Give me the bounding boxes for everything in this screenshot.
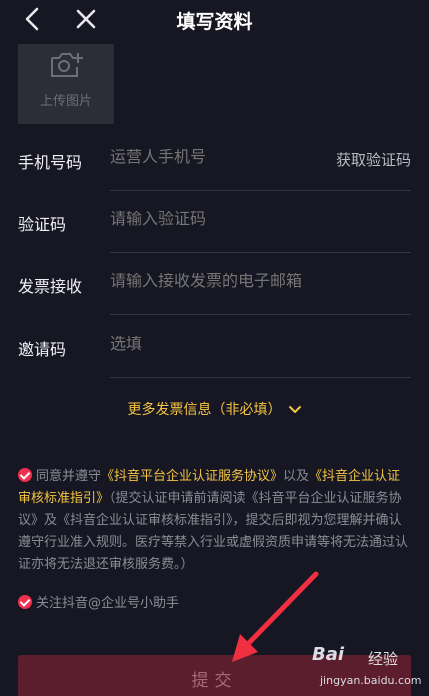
invoice-row: 发票接收 bbox=[18, 253, 411, 315]
upload-image-button[interactable]: 上传图片 bbox=[18, 44, 114, 124]
camera-add-icon bbox=[51, 53, 83, 77]
agreement-prefix: 同意并遵守 bbox=[36, 469, 102, 484]
code-label: 验证码 bbox=[18, 215, 67, 234]
baidu-jingyan-watermark: Bai 经验 jingyan.baidu.com bbox=[312, 640, 422, 696]
code-input[interactable] bbox=[110, 211, 410, 229]
code-row: 验证码 bbox=[18, 191, 411, 253]
watermark-logo: Bai bbox=[312, 644, 345, 665]
invite-row: 邀请码 bbox=[18, 316, 411, 378]
page-title: 填写资料 bbox=[176, 11, 253, 33]
agreement-mid: 以及 bbox=[283, 469, 310, 484]
divider bbox=[110, 377, 411, 378]
more-invoice-label: 更多发票信息（非必填） bbox=[127, 402, 282, 418]
phone-input[interactable] bbox=[110, 149, 320, 167]
invite-label: 邀请码 bbox=[18, 340, 67, 359]
divider bbox=[110, 314, 411, 315]
follow-checkbox[interactable] bbox=[18, 595, 32, 609]
chevron-down-icon bbox=[288, 406, 301, 413]
follow-label: 关注抖音@企业号小助手 bbox=[36, 596, 180, 611]
phone-label: 手机号码 bbox=[18, 153, 83, 172]
more-invoice-toggle[interactable]: 更多发票信息（非必填） bbox=[0, 399, 429, 419]
invoice-label: 发票接收 bbox=[18, 277, 83, 296]
upload-image-label: 上传图片 bbox=[39, 94, 92, 109]
agreement-text: 同意并遵守《抖音平台企业认证服务协议》以及《抖音企业认证审核标准指引》（提交认证… bbox=[18, 466, 413, 576]
get-code-button[interactable]: 获取验证码 bbox=[336, 149, 411, 170]
agreement-checkbox[interactable] bbox=[18, 468, 32, 482]
watermark-url: jingyan.baidu.com bbox=[320, 674, 422, 687]
follow-assistant-option[interactable]: 关注抖音@企业号小助手 bbox=[18, 592, 179, 611]
invite-code-input[interactable] bbox=[110, 336, 410, 354]
top-nav-bar: 填写资料 bbox=[0, 0, 429, 40]
service-agreement-link[interactable]: 《抖音平台企业认证服务协议》 bbox=[101, 469, 283, 484]
annotation-arrow bbox=[232, 571, 319, 662]
watermark-site: 经验 bbox=[368, 650, 399, 668]
phone-row: 手机号码 获取验证码 bbox=[18, 129, 411, 191]
invoice-email-input[interactable] bbox=[110, 273, 410, 291]
